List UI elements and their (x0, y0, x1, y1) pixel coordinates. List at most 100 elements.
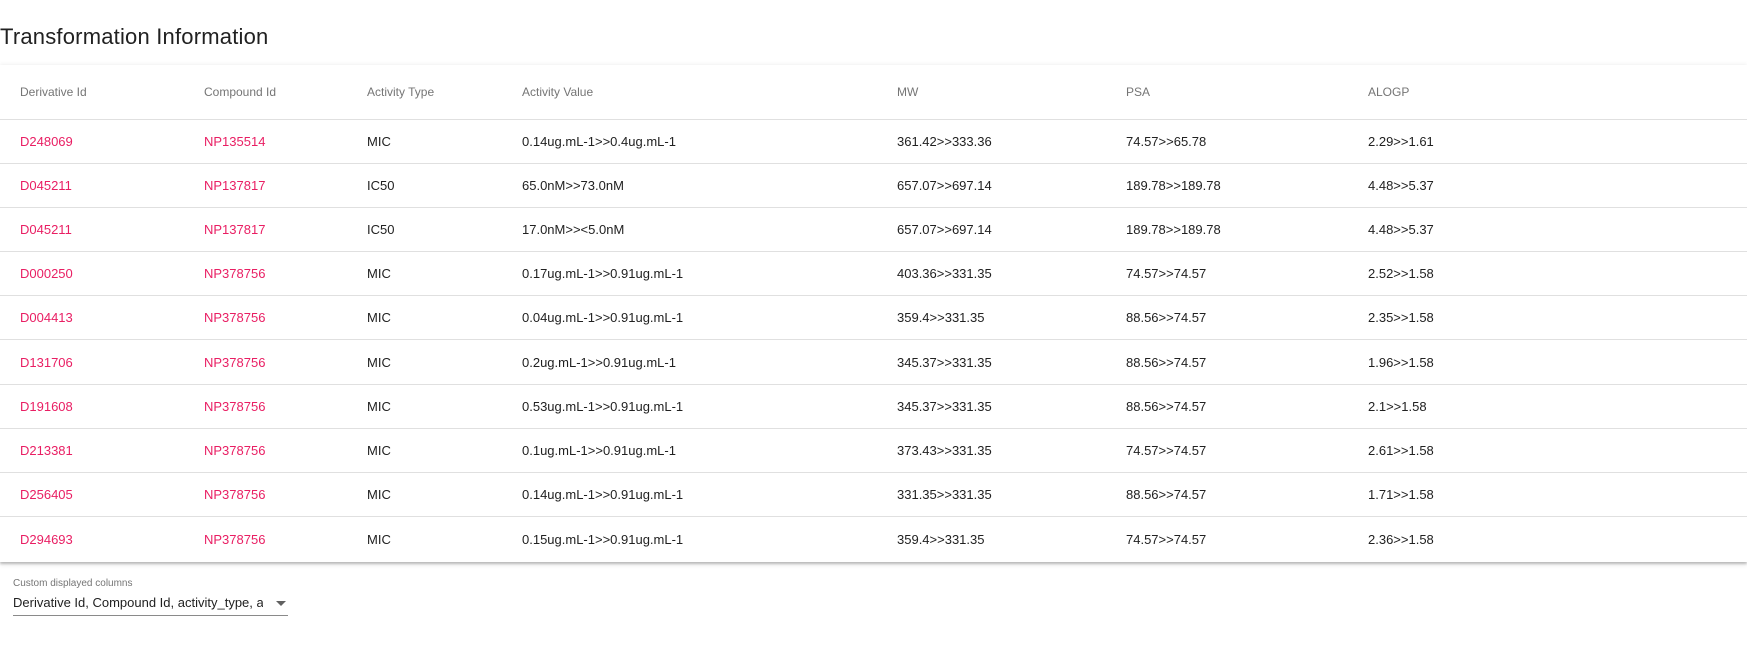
compound-id-link[interactable]: NP378756 (204, 443, 265, 458)
table-row: D213381 NP378756 MIC 0.1ug.mL-1>>0.91ug.… (0, 428, 1747, 474)
activity-type-cell: MIC (367, 251, 522, 297)
psa-cell: 189.78>>189.78 (1126, 207, 1368, 253)
table-body: D248069 NP135514 MIC 0.14ug.mL-1>>0.4ug.… (0, 119, 1747, 561)
derivative-id-link[interactable]: D131706 (20, 355, 73, 370)
activity-value-cell: 0.2ug.mL-1>>0.91ug.mL-1 (522, 339, 897, 385)
compound-id-cell: NP378756 (204, 472, 367, 518)
column-selector-dropdown[interactable]: Derivative Id, Compound Id, activity_typ… (13, 593, 288, 616)
derivative-id-link[interactable]: D191608 (20, 399, 73, 414)
derivative-id-cell: D045211 (0, 163, 204, 208)
compound-id-cell: NP378756 (204, 295, 367, 341)
activity-value-cell: 0.1ug.mL-1>>0.91ug.mL-1 (522, 428, 897, 474)
table-header: Derivative Id Compound Id Activity Type … (0, 65, 1747, 120)
column-header-activity-type[interactable]: Activity Type (367, 65, 522, 120)
column-header-compound-id[interactable]: Compound Id (204, 65, 367, 120)
alogp-cell: 2.36>>1.58 (1368, 531, 1434, 547)
derivative-id-link[interactable]: D045211 (20, 178, 72, 193)
activity-type-cell: IC50 (367, 163, 522, 208)
derivative-id-cell: D294693 (0, 517, 204, 561)
activity-type-cell: MIC (367, 531, 391, 547)
mw-cell: 345.37>>331.35 (897, 384, 1126, 429)
alogp-cell: 2.52>>1.58 (1368, 251, 1747, 297)
compound-id-link[interactable]: NP378756 (204, 266, 265, 281)
column-header-psa[interactable]: PSA (1126, 65, 1368, 120)
derivative-id-link[interactable]: D045211 (20, 222, 72, 237)
derivative-id-cell: D000250 (0, 251, 204, 297)
compound-id-cell: NP378756 (204, 384, 367, 429)
alogp-cell: 2.1>>1.58 (1368, 384, 1747, 429)
psa-cell: 88.56>>74.57 (1126, 472, 1368, 518)
compound-id-link[interactable]: NP378756 (204, 355, 265, 370)
psa-cell: 88.56>>74.57 (1126, 339, 1368, 385)
compound-id-link[interactable]: NP135514 (204, 134, 265, 149)
derivative-id-cell: D213381 (0, 428, 204, 474)
psa-cell: 88.56>>74.57 (1126, 384, 1368, 429)
compound-id-link[interactable]: NP137817 (204, 222, 265, 237)
compound-id-link[interactable]: NP378756 (204, 532, 265, 547)
derivative-id-link[interactable]: D248069 (20, 134, 73, 149)
activity-type-cell: MIC (367, 384, 522, 429)
activity-type-cell: MIC (367, 472, 522, 518)
derivative-id-cell: D256405 (0, 472, 204, 518)
transformation-table: Derivative Id Compound Id Activity Type … (0, 65, 1747, 561)
column-header-activity-value[interactable]: Activity Value (522, 65, 897, 120)
compound-id-cell: NP378756 (204, 517, 367, 561)
psa-cell: 74.57>>74.57 (1126, 251, 1368, 297)
derivative-id-cell: D191608 (0, 384, 204, 429)
activity-type-cell: MIC (367, 119, 522, 164)
caret-down-icon[interactable] (276, 601, 286, 606)
column-header-derivative-id[interactable]: Derivative Id (0, 65, 204, 120)
activity-value-cell: 0.14ug.mL-1>>0.91ug.mL-1 (522, 472, 897, 518)
column-selector-label: Custom displayed columns (13, 578, 133, 589)
activity-value-cell: 0.14ug.mL-1>>0.4ug.mL-1 (522, 119, 897, 164)
activity-value-cell: 0.17ug.mL-1>>0.91ug.mL-1 (522, 251, 897, 297)
column-header-alogp[interactable]: ALOGP (1368, 65, 1747, 120)
psa-cell: 189.78>>189.78 (1126, 163, 1368, 208)
mw-cell: 331.35>>331.35 (897, 472, 1126, 518)
mw-cell: 359.4>>331.35 (897, 531, 985, 547)
column-header-mw[interactable]: MW (897, 65, 1126, 120)
table-row: D248069 NP135514 MIC 0.14ug.mL-1>>0.4ug.… (0, 119, 1747, 164)
alogp-cell: 2.35>>1.58 (1368, 295, 1747, 341)
compound-id-cell: NP135514 (204, 119, 367, 164)
activity-type-cell: MIC (367, 428, 522, 474)
compound-id-link[interactable]: NP378756 (204, 399, 265, 414)
table-row: D004413 NP378756 MIC 0.04ug.mL-1>>0.91ug… (0, 295, 1747, 341)
alogp-cell: 4.48>>5.37 (1368, 207, 1747, 253)
derivative-id-link[interactable]: D256405 (20, 487, 73, 502)
compound-id-cell: NP378756 (204, 428, 367, 474)
psa-cell: 74.57>>74.57 (1126, 531, 1207, 547)
activity-value-cell: 0.53ug.mL-1>>0.91ug.mL-1 (522, 384, 897, 429)
psa-cell: 74.57>>74.57 (1126, 428, 1368, 474)
table-row: D131706 NP378756 MIC 0.2ug.mL-1>>0.91ug.… (0, 339, 1747, 385)
derivative-id-link[interactable]: D294693 (20, 532, 73, 547)
mw-cell: 657.07>>697.14 (897, 207, 1126, 253)
compound-id-link[interactable]: NP378756 (204, 310, 265, 325)
derivative-id-cell: D131706 (0, 339, 204, 385)
mw-cell: 657.07>>697.14 (897, 163, 1126, 208)
compound-id-cell: NP378756 (204, 251, 367, 297)
alogp-cell: 4.48>>5.37 (1368, 163, 1747, 208)
compound-id-link[interactable]: NP137817 (204, 178, 265, 193)
column-selector: Custom displayed columns Derivative Id, … (13, 578, 288, 616)
compound-id-link[interactable]: NP378756 (204, 487, 265, 502)
mw-cell: 359.4>>331.35 (897, 295, 1126, 341)
alogp-cell: 2.61>>1.58 (1368, 428, 1747, 474)
table-row: D256405 NP378756 MIC 0.14ug.mL-1>>0.91ug… (0, 472, 1747, 518)
alogp-cell: 1.96>>1.58 (1368, 339, 1747, 385)
compound-id-cell: NP137817 (204, 207, 367, 253)
table-row: D000250 NP378756 MIC 0.17ug.mL-1>>0.91ug… (0, 251, 1747, 297)
activity-value-cell: 65.0nM>>73.0nM (522, 163, 897, 208)
derivative-id-link[interactable]: D004413 (20, 310, 73, 325)
derivative-id-cell: D045211 (0, 207, 204, 253)
derivative-id-link[interactable]: D213381 (20, 443, 73, 458)
table-row: D294693 NP378756 MIC 0.15ug.mL-1>>0.91ug… (0, 517, 1747, 561)
derivative-id-link[interactable]: D000250 (20, 266, 73, 281)
table-row: D045211 NP137817 IC50 17.0nM>><5.0nM 657… (0, 207, 1747, 253)
header-row: Derivative Id Compound Id Activity Type … (0, 65, 1747, 120)
mw-cell: 403.36>>331.35 (897, 251, 1126, 297)
activity-value-cell: 0.15ug.mL-1>>0.91ug.mL-1 (522, 531, 684, 547)
table-row: D191608 NP378756 MIC 0.53ug.mL-1>>0.91ug… (0, 384, 1747, 429)
compound-id-cell: NP137817 (204, 163, 367, 208)
column-selector-value: Derivative Id, Compound Id, activity_typ… (13, 595, 263, 610)
